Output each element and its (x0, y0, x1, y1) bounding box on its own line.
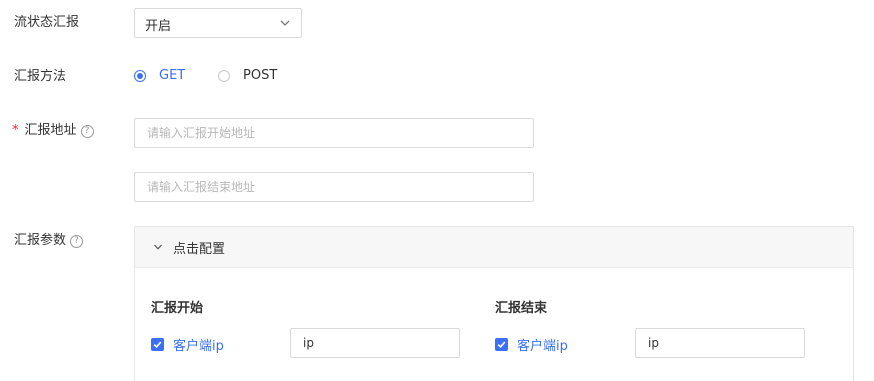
radio-dot (218, 69, 230, 82)
radio-post[interactable]: POST (218, 68, 277, 83)
checkbox-box (151, 338, 164, 351)
end-client-ip-label: 客户端ip (517, 339, 568, 354)
radio-get[interactable]: GET (134, 68, 185, 83)
help-circle-icon[interactable]: ? (70, 235, 84, 248)
radio-post-label: POST (243, 68, 278, 83)
report-params-label: 汇报参数 (14, 233, 67, 248)
report-params-label-row: 汇报参数? (14, 232, 84, 250)
report-method-label: 汇报方法 (14, 69, 67, 84)
help-circle-icon[interactable]: ? (80, 125, 94, 138)
report-address-label: 汇报地址 (24, 123, 77, 138)
panel-toggle-header[interactable]: 点击配置 (135, 227, 853, 268)
end-section-title: 汇报结束 (495, 301, 548, 316)
check-icon (153, 341, 162, 348)
panel-title: 点击配置 (173, 241, 226, 257)
start-client-ip-label: 客户端ip (173, 339, 224, 354)
chevron-down-icon (154, 244, 162, 250)
start-client-ip-param-input[interactable] (290, 328, 460, 358)
end-client-ip-checkbox[interactable]: 客户端ip (495, 335, 568, 354)
report-params-panel: 点击配置 汇报开始 客户端ip 汇报结束 客户端ip (134, 226, 854, 381)
report-end-url-input[interactable] (134, 172, 534, 202)
report-address-label-row: * 汇报地址? (12, 122, 94, 140)
flow-status-select[interactable]: 开启 (134, 8, 302, 38)
report-settings-form: 流状态汇报 开启 汇报方法 GET POST * 汇报地址? 汇报参数? 点击配置 (0, 0, 874, 381)
flow-status-label: 流状态汇报 (14, 15, 80, 30)
required-mark: * (12, 123, 19, 138)
start-client-ip-checkbox[interactable]: 客户端ip (151, 335, 224, 354)
flow-status-value: 开启 (145, 19, 172, 34)
end-client-ip-param-input[interactable] (635, 328, 805, 358)
start-section-title: 汇报开始 (151, 301, 204, 316)
checkbox-box (495, 338, 508, 351)
report-start-url-input[interactable] (134, 118, 534, 148)
check-icon (497, 341, 506, 348)
radio-get-label: GET (159, 68, 186, 83)
chevron-down-icon (280, 20, 290, 26)
radio-dot (134, 69, 146, 82)
